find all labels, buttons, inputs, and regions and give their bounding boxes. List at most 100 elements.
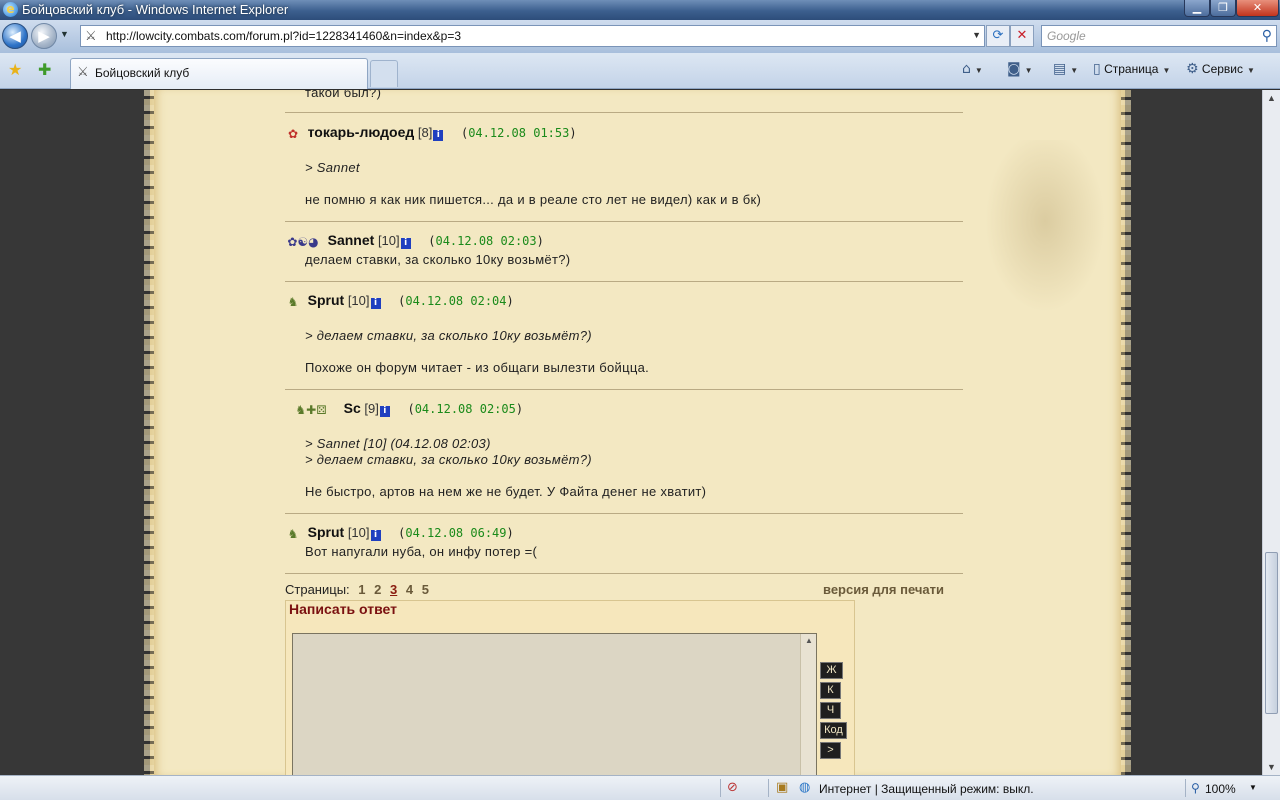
pagination: Страницы: 1 2 3 4 5 — [285, 582, 429, 597]
reply-title: Написать ответ — [289, 601, 397, 617]
post-quote: > делаем ставки, за сколько 10ку возьмёт… — [305, 452, 592, 467]
stop-button[interactable]: ✕ — [1010, 25, 1034, 47]
page-link-2[interactable]: 2 — [374, 582, 381, 597]
reply-textarea[interactable]: ▲ — [292, 633, 817, 775]
zoom-icon[interactable]: ⚲ — [1191, 781, 1200, 795]
maximize-button[interactable]: ❐ — [1210, 0, 1236, 17]
user-info-icon[interactable]: i — [400, 238, 411, 249]
zoom-level[interactable]: 100% — [1205, 782, 1236, 796]
home-icon: ⌂ — [962, 61, 971, 77]
post-date-wrap: (04.12.08 02:04) — [398, 294, 514, 308]
address-toolbar: ◀ ▶ ▼ ⚔ http://lowcity.combats.com/forum… — [0, 20, 1280, 53]
author-level: [10] — [347, 293, 370, 308]
post-date: 04.12.08 02:04 — [405, 294, 507, 308]
post-header: ✿☯◕ Sannet [10] i (04.12.08 02:03) — [285, 232, 544, 249]
address-dropdown-icon[interactable]: ▼ — [972, 30, 981, 40]
new-tab-button[interactable] — [370, 60, 398, 87]
post-divider — [285, 389, 963, 390]
post-body: делаем ставки, за сколько 10ку возьмёт?) — [305, 252, 571, 267]
user-info-icon[interactable]: i — [433, 130, 444, 141]
chevron-down-icon[interactable]: ▼ — [1249, 783, 1257, 792]
back-button[interactable]: ◀ — [2, 23, 28, 49]
post-author[interactable]: Sprut — [308, 524, 345, 540]
printer-icon: ▤ — [1053, 61, 1067, 77]
scroll-up-icon[interactable]: ▲ — [805, 636, 813, 645]
alignment-icon[interactable]: ♞ — [285, 528, 301, 541]
textarea-scrollbar[interactable]: ▲ — [800, 634, 816, 775]
popup-blocker-icon[interactable]: ⊘ — [727, 781, 738, 795]
bold-button[interactable]: Ж — [820, 662, 843, 679]
recent-pages-dropdown-icon[interactable]: ▼ — [60, 29, 69, 39]
home-button[interactable]: ⌂ ▼ — [962, 62, 983, 76]
quote-button[interactable]: > — [820, 742, 841, 759]
previous-post-fragment: такой был?) — [305, 90, 382, 100]
post-date: 04.12.08 01:53 — [468, 126, 570, 140]
alignment-icon[interactable]: ♞ — [285, 296, 301, 309]
post-header: ♞ Sprut [10] i (04.12.08 02:04) — [285, 292, 514, 309]
status-separator — [768, 779, 769, 797]
add-favorite-icon[interactable]: ✚ — [38, 62, 51, 78]
print-button[interactable]: ▤ ▼ — [1053, 62, 1078, 76]
alignment-icons[interactable]: ✿☯◕ — [285, 236, 321, 249]
favorites-star-icon[interactable]: ★ — [8, 62, 22, 78]
post-author[interactable]: Sc — [344, 400, 361, 416]
code-button[interactable]: Код — [820, 722, 847, 739]
page-status-icon[interactable]: ▣ — [776, 781, 788, 795]
search-icon[interactable]: ⚲ — [1262, 27, 1272, 45]
post-author[interactable]: Sannet — [328, 232, 375, 248]
window-titlebar: e Бойцовский клуб - Windows Internet Exp… — [0, 0, 1280, 20]
alignment-icons[interactable]: ♞✚⚄ — [285, 404, 337, 417]
user-info-icon[interactable]: i — [370, 530, 381, 541]
chevron-down-icon: ▼ — [974, 66, 983, 75]
post-body: не помню я как ник пишется... да и в реа… — [305, 192, 762, 207]
post-author[interactable]: Sprut — [308, 292, 345, 308]
address-bar[interactable]: ⚔ http://lowcity.combats.com/forum.pl?id… — [80, 25, 985, 47]
post-divider — [285, 513, 963, 514]
chevron-down-icon: ▼ — [1070, 66, 1079, 75]
post-date-wrap: (04.12.08 02:05) — [407, 402, 524, 416]
tab-active[interactable]: ⚔ Бойцовский клуб — [70, 58, 368, 89]
underline-button[interactable]: Ч — [820, 702, 841, 719]
author-level: [10] — [377, 233, 400, 248]
post-header: ♞ Sprut [10] i (04.12.08 06:49) — [285, 524, 514, 541]
scroll-down-icon[interactable]: ▼ — [1267, 762, 1276, 772]
status-separator — [720, 779, 721, 797]
feeds-button[interactable]: ◙ ▼ — [1007, 62, 1033, 76]
refresh-button[interactable]: ⟳ — [986, 25, 1010, 47]
window-title: Бойцовский клуб - Windows Internet Explo… — [22, 2, 289, 17]
print-version-link[interactable]: версия для печати — [823, 582, 944, 597]
forward-button[interactable]: ▶ — [31, 23, 57, 49]
page-link-current[interactable]: 3 — [390, 582, 397, 597]
close-window-button[interactable]: ✕ — [1236, 0, 1279, 17]
scroll-up-icon[interactable]: ▲ — [1267, 93, 1276, 103]
italic-button[interactable]: К — [820, 682, 841, 699]
tools-menu[interactable]: ⚙ Сервис ▼ — [1186, 62, 1255, 76]
tools-menu-label: Сервис — [1201, 62, 1243, 76]
search-input[interactable]: Google ⚲ — [1041, 25, 1277, 47]
alignment-icon[interactable]: ✿ — [285, 128, 301, 141]
forum-parchment: такой был?) ✿ токарь-людоед [8] i (04.12.… — [144, 90, 1131, 775]
post-author[interactable]: токарь-людоед — [308, 124, 415, 140]
post-body: Не быстро, артов на нем же не будет. У Ф… — [305, 484, 707, 499]
security-zone-text[interactable]: Интернет | Защищенный режим: выкл. — [819, 782, 1034, 796]
page-scrollbar[interactable]: ▲ ▼ — [1262, 90, 1280, 775]
chevron-down-icon: ▼ — [1247, 66, 1255, 75]
post-header: ♞✚⚄ Sc [9] i (04.12.08 02:05) — [285, 400, 523, 417]
address-url[interactable]: http://lowcity.combats.com/forum.pl?id=1… — [106, 29, 461, 43]
rss-icon: ◙ — [1007, 61, 1021, 77]
post-divider — [285, 573, 963, 574]
post-date: 04.12.08 02:03 — [435, 234, 537, 248]
page-link-5[interactable]: 5 — [422, 582, 429, 597]
page-menu[interactable]: ▯ Страница ▼ — [1093, 62, 1170, 76]
reply-form: Написать ответ ▲ Ж К Ч Код > — [285, 600, 855, 775]
post-quote: > Sannet [10] (04.12.08 02:03) — [305, 436, 491, 451]
page-viewport: такой был?) ✿ токарь-людоед [8] i (04.12.… — [0, 90, 1262, 775]
post-divider — [285, 221, 963, 222]
tab-favicon-icon: ⚔ — [77, 65, 89, 80]
scrollbar-thumb[interactable] — [1265, 552, 1278, 714]
page-link-1[interactable]: 1 — [358, 582, 365, 597]
page-link-4[interactable]: 4 — [406, 582, 413, 597]
user-info-icon[interactable]: i — [370, 298, 381, 309]
user-info-icon[interactable]: i — [379, 406, 390, 417]
minimize-button[interactable]: ▁ — [1184, 0, 1210, 17]
